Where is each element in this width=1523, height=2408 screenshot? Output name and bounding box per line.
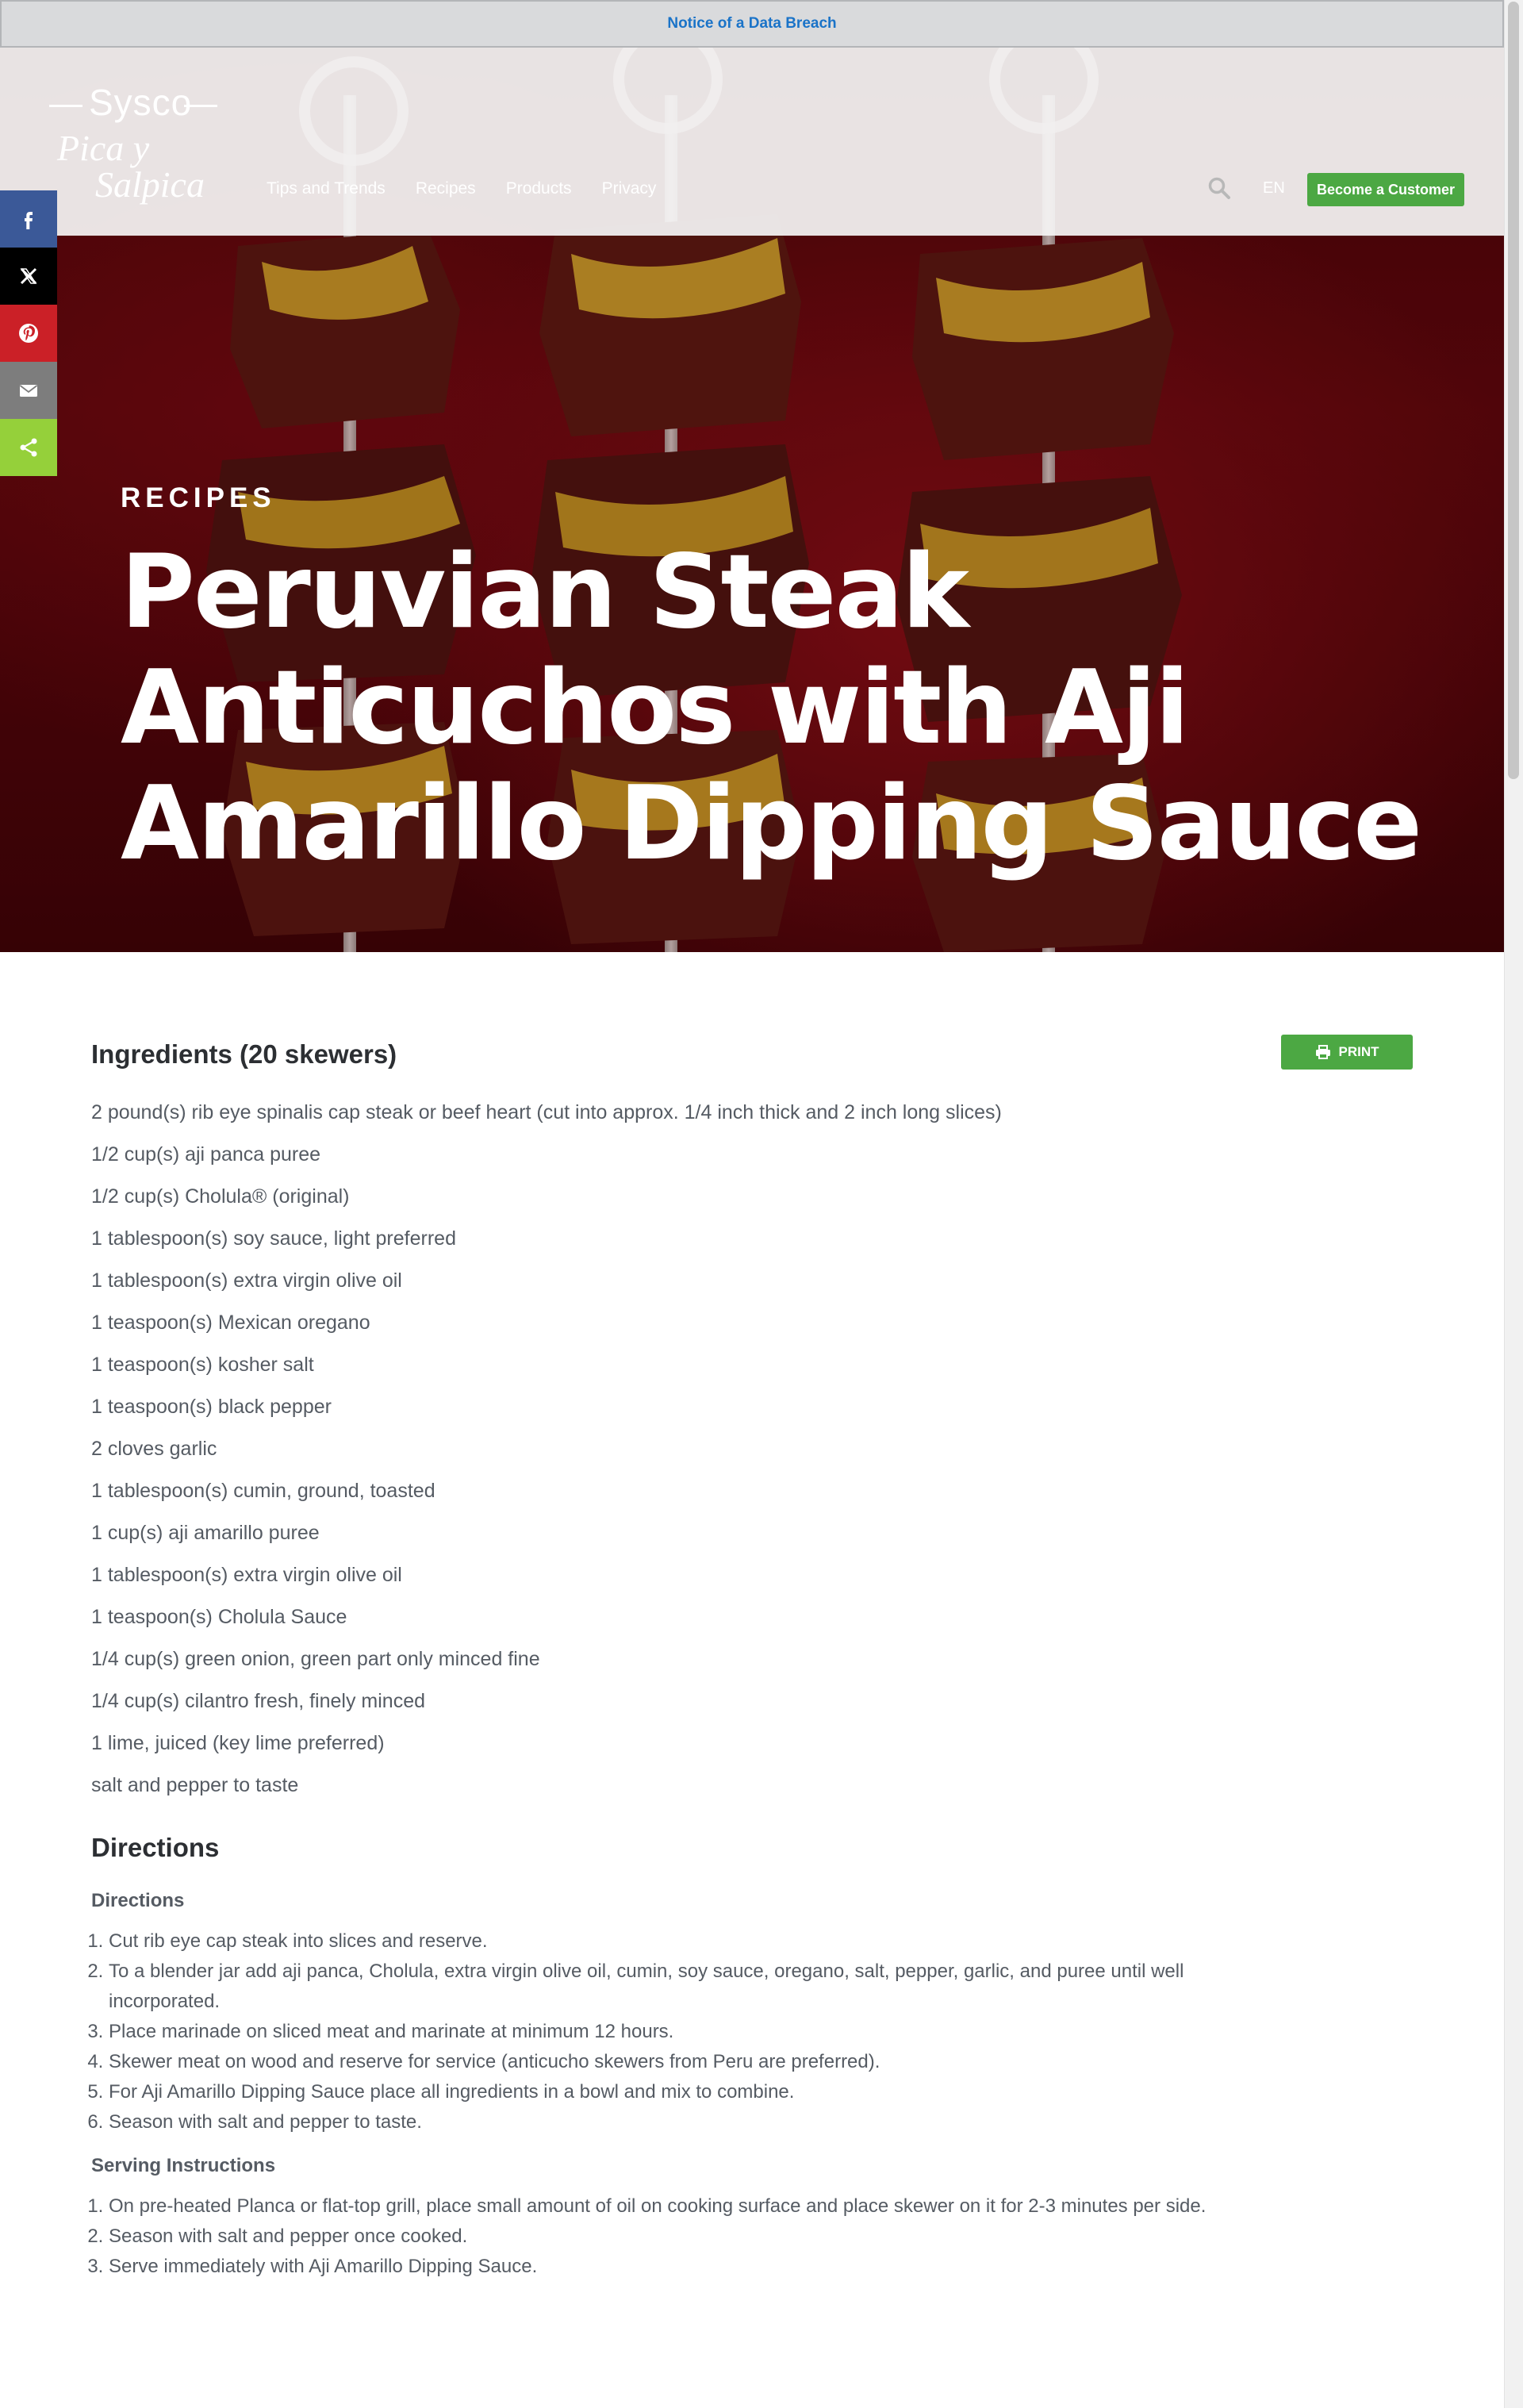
notice-banner: Notice of a Data Breach bbox=[0, 0, 1504, 48]
ingredient-item: 1 cup(s) aji amarillo puree bbox=[91, 1522, 320, 1544]
ingredient-item: 1 teaspoon(s) Mexican oregano bbox=[91, 1312, 370, 1334]
x-icon bbox=[20, 267, 37, 285]
print-button[interactable]: PRINT bbox=[1281, 1035, 1413, 1070]
social-share-bar bbox=[0, 190, 57, 476]
share-x-button[interactable] bbox=[0, 248, 57, 305]
directions-subheading: Directions bbox=[91, 1890, 185, 1911]
direction-step: For Aji Amarillo Dipping Sauce place all… bbox=[109, 2077, 1235, 2107]
nav-item-recipes[interactable]: Recipes bbox=[416, 179, 476, 198]
sysco-pica-y-salpica-logo[interactable]: Sysco Pica y Salpica bbox=[49, 81, 232, 216]
ingredient-item: 1/2 cup(s) aji panca puree bbox=[91, 1143, 321, 1166]
ingredient-item: 1 tablespoon(s) cumin, ground, toasted bbox=[91, 1480, 435, 1502]
serving-steps: On pre-heated Planca or flat-top grill, … bbox=[91, 2191, 1235, 2282]
direction-step: Season with salt and pepper to taste. bbox=[109, 2107, 1235, 2137]
ingredient-item: 1 teaspoon(s) kosher salt bbox=[91, 1354, 314, 1376]
nav-item-privacy[interactable]: Privacy bbox=[602, 179, 657, 198]
ingredient-item: 1 tablespoon(s) extra virgin olive oil bbox=[91, 1269, 402, 1292]
hero-kicker[interactable]: RECIPES bbox=[121, 482, 1421, 514]
share-icon bbox=[20, 438, 37, 457]
ingredient-item: 1 tablespoon(s) soy sauce, light preferr… bbox=[91, 1227, 456, 1250]
page-title: Peruvian Steak Anticuchos with Aji Amari… bbox=[121, 533, 1422, 883]
ingredient-item: 2 cloves garlic bbox=[91, 1438, 217, 1460]
site-header: Sysco Pica y Salpica Tips and Trends Rec… bbox=[0, 48, 1504, 236]
direction-step: To a blender jar add aji panca, Cholula,… bbox=[109, 1957, 1235, 2017]
serving-instructions-subheading: Serving Instructions bbox=[91, 2155, 276, 2176]
ingredient-item: 1 tablespoon(s) extra virgin olive oil bbox=[91, 1564, 402, 1586]
search-icon[interactable] bbox=[1207, 176, 1231, 200]
ingredient-item: 1 lime, juiced (key lime preferred) bbox=[91, 1732, 385, 1754]
direction-step: Place marinade on sliced meat and marina… bbox=[109, 2017, 1235, 2047]
scrollbar-thumb[interactable] bbox=[1508, 2, 1519, 779]
share-facebook-button[interactable] bbox=[0, 190, 57, 248]
direction-step: Cut rib eye cap steak into slices and re… bbox=[109, 1926, 1235, 1957]
nav-item-tips-and-trends[interactable]: Tips and Trends bbox=[267, 179, 386, 198]
share-more-button[interactable] bbox=[0, 419, 57, 476]
pinterest-icon bbox=[19, 324, 38, 343]
serving-step: On pre-heated Planca or flat-top grill, … bbox=[109, 2191, 1235, 2222]
ingredient-item: 1 teaspoon(s) Cholula Sauce bbox=[91, 1606, 347, 1628]
directions-heading: Directions bbox=[91, 1833, 220, 1862]
nav-item-products[interactable]: Products bbox=[506, 179, 572, 198]
hero-section: Sysco Pica y Salpica Tips and Trends Rec… bbox=[0, 48, 1504, 952]
page-scrollbar[interactable] bbox=[1504, 0, 1523, 2408]
serving-step: Serve immediately with Aji Amarillo Dipp… bbox=[109, 2252, 1235, 2282]
print-label: PRINT bbox=[1338, 1044, 1379, 1059]
direction-step: Skewer meat on wood and reserve for serv… bbox=[109, 2047, 1235, 2077]
printer-icon bbox=[1315, 1045, 1330, 1059]
ingredient-item: 1/2 cup(s) Cholula® (original) bbox=[91, 1185, 350, 1208]
ingredient-item: salt and pepper to taste bbox=[91, 1774, 299, 1796]
ingredients-heading: Ingredients (20 skewers) bbox=[91, 1039, 397, 1069]
ingredient-item: 2 pound(s) rib eye spinalis cap steak or… bbox=[91, 1101, 1002, 1123]
data-breach-link[interactable]: Notice of a Data Breach bbox=[667, 15, 836, 33]
serving-step: Season with salt and pepper once cooked. bbox=[109, 2222, 1235, 2252]
language-selector[interactable]: EN bbox=[1263, 179, 1285, 198]
logo-line-3: Salpica bbox=[95, 164, 205, 205]
directions-steps: Cut rib eye cap steak into slices and re… bbox=[91, 1926, 1235, 2137]
share-pinterest-button[interactable] bbox=[0, 305, 57, 362]
ingredients-list: 2 pound(s) rib eye spinalis cap steak or… bbox=[91, 1092, 1002, 1807]
ingredient-item: 1/4 cup(s) cilantro fresh, finely minced bbox=[91, 1690, 426, 1712]
ingredient-item: 1 teaspoon(s) black pepper bbox=[91, 1396, 332, 1418]
facebook-icon bbox=[25, 212, 33, 229]
ingredient-item: 1/4 cup(s) green onion, green part only … bbox=[91, 1648, 540, 1670]
email-icon bbox=[19, 385, 38, 397]
main-nav: Tips and Trends Recipes Products Privacy bbox=[267, 179, 656, 198]
share-email-button[interactable] bbox=[0, 362, 57, 419]
become-a-customer-button[interactable]: Become a Customer bbox=[1307, 173, 1464, 206]
hero-text: RECIPES Peruvian Steak Anticuchos with A… bbox=[121, 482, 1422, 883]
logo-line-1: Sysco bbox=[89, 82, 193, 123]
